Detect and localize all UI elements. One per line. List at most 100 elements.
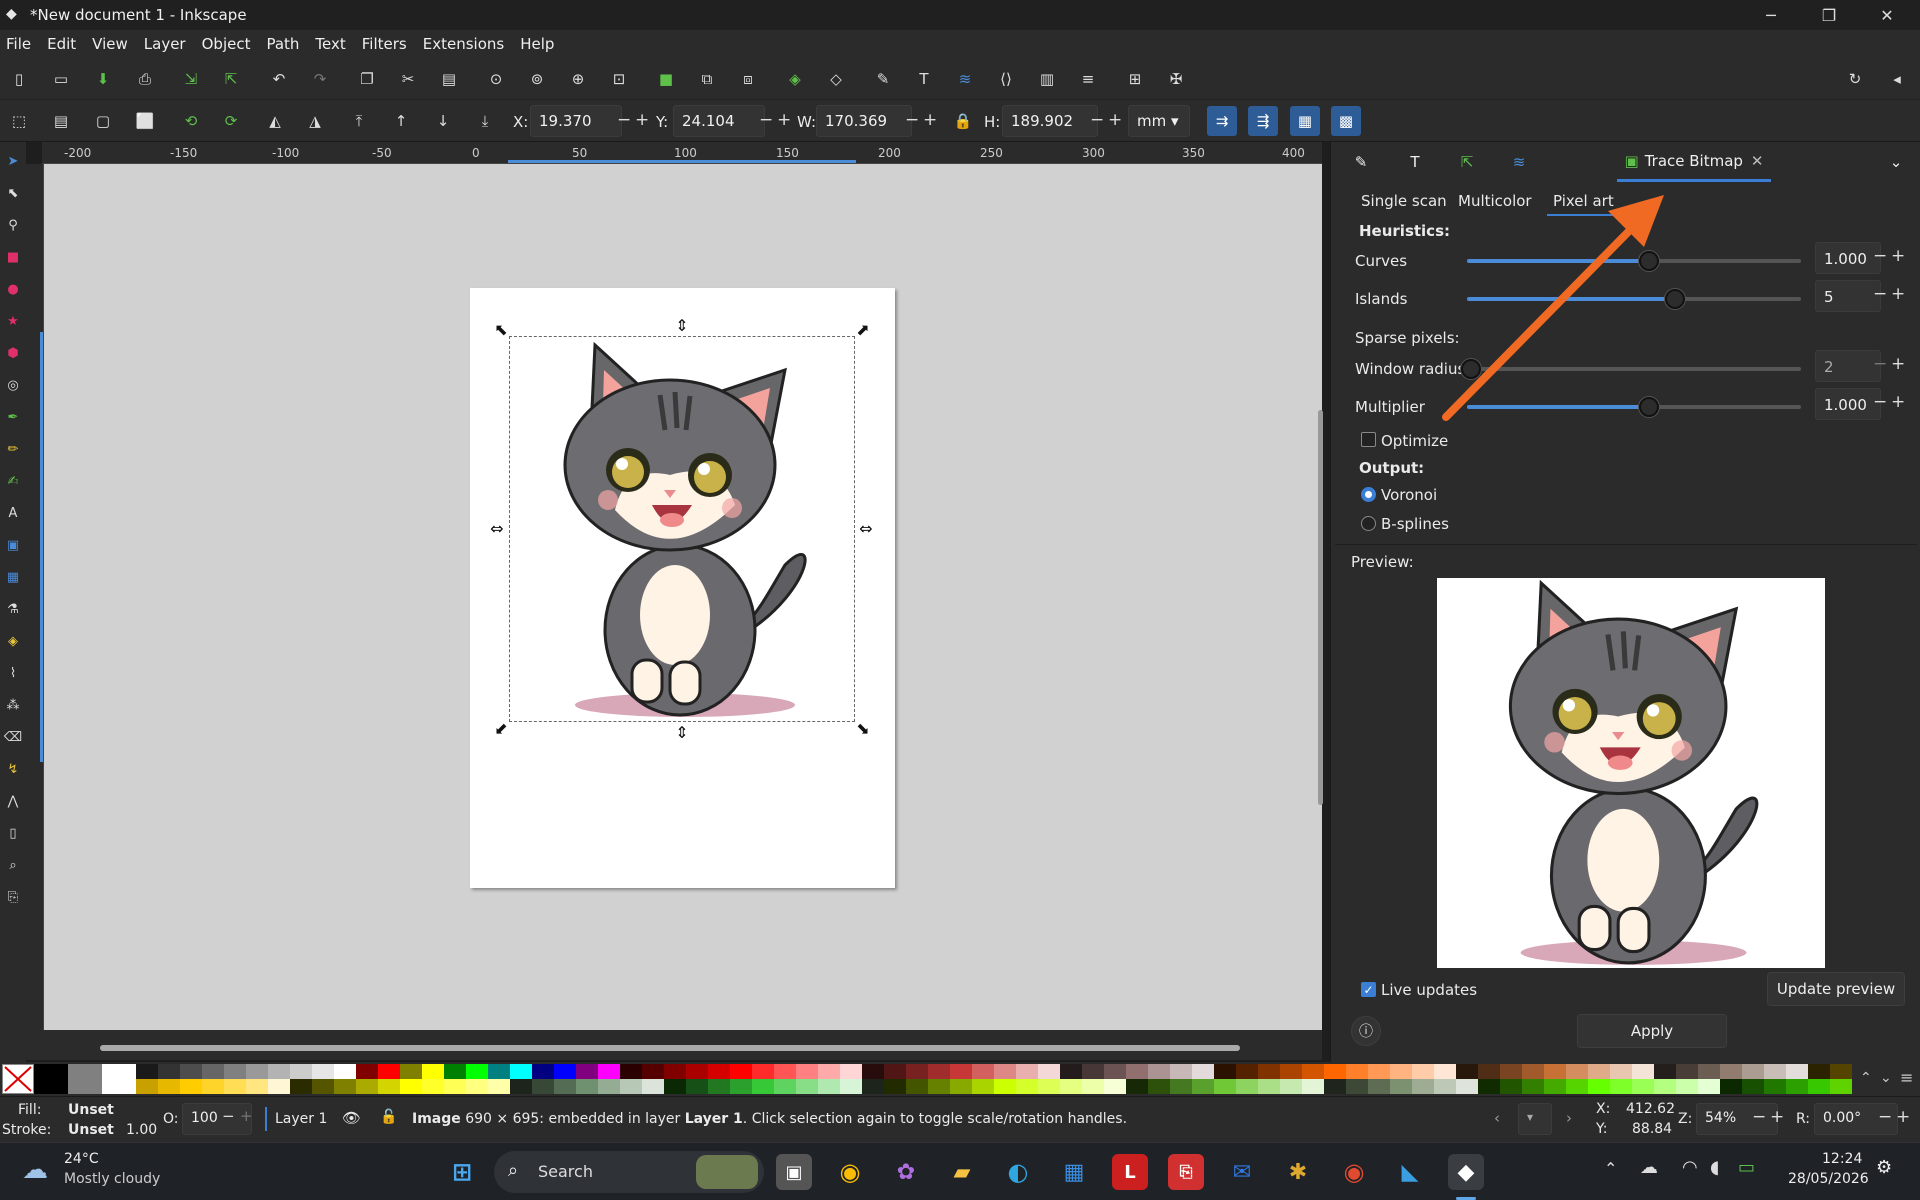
cat-image[interactable] bbox=[520, 340, 845, 720]
color-swatch[interactable] bbox=[1478, 1079, 1500, 1094]
stroke-width-value[interactable]: 1.00 bbox=[126, 1122, 157, 1138]
color-swatch[interactable] bbox=[1192, 1079, 1214, 1094]
y-decrement-button[interactable]: − bbox=[759, 110, 773, 130]
color-swatch[interactable] bbox=[1742, 1064, 1764, 1079]
multiplier-increment-button[interactable]: + bbox=[1891, 392, 1905, 412]
scale-handle-s[interactable]: ⇕ bbox=[673, 723, 691, 742]
islands-input[interactable]: 5 bbox=[1815, 280, 1881, 312]
color-swatch[interactable] bbox=[1566, 1064, 1588, 1079]
page-select[interactable]: ▾ bbox=[1518, 1103, 1552, 1135]
clock-time[interactable]: 12:24 bbox=[1822, 1151, 1862, 1167]
minimize-button[interactable]: ─ bbox=[1744, 0, 1798, 30]
store-icon[interactable]: ▦ bbox=[1056, 1154, 1092, 1190]
zoom-selection-icon[interactable]: ⊙ bbox=[481, 64, 511, 94]
opacity-increment-button[interactable]: + bbox=[240, 1107, 253, 1125]
color-swatch[interactable] bbox=[444, 1064, 466, 1079]
palette-scroll-up-icon[interactable]: ⌃ bbox=[1860, 1070, 1872, 1086]
color-swatch[interactable] bbox=[774, 1079, 796, 1094]
w-increment-button[interactable]: + bbox=[923, 110, 937, 130]
lpe-tool-icon[interactable]: ⋀ bbox=[2, 790, 24, 812]
color-swatch[interactable] bbox=[1808, 1064, 1830, 1079]
ungroup-icon[interactable]: ◇ bbox=[821, 64, 851, 94]
export-tab-icon[interactable]: ⇱ bbox=[1445, 142, 1489, 182]
y-increment-button[interactable]: + bbox=[777, 110, 791, 130]
color-swatch[interactable] bbox=[290, 1079, 312, 1094]
rotate-ccw-icon[interactable]: ⟲ bbox=[176, 106, 206, 136]
color-swatch[interactable] bbox=[1412, 1079, 1434, 1094]
color-swatch[interactable] bbox=[906, 1079, 928, 1094]
color-swatch[interactable] bbox=[510, 1079, 532, 1094]
color-swatch[interactable] bbox=[202, 1079, 224, 1094]
color-swatch[interactable] bbox=[356, 1079, 378, 1094]
edge-icon[interactable]: ◐ bbox=[1000, 1154, 1036, 1190]
color-swatch[interactable] bbox=[1830, 1079, 1852, 1094]
color-swatch[interactable] bbox=[488, 1064, 510, 1079]
import-icon[interactable]: ⇲ bbox=[176, 64, 206, 94]
dropper-tool-icon[interactable]: ⚗ bbox=[2, 598, 24, 620]
menu-layer[interactable]: Layer bbox=[144, 35, 186, 53]
color-swatch[interactable] bbox=[1280, 1064, 1302, 1079]
window-radius-input[interactable]: 2 bbox=[1815, 350, 1881, 382]
color-swatch[interactable] bbox=[422, 1079, 444, 1094]
update-preview-button[interactable]: Update preview bbox=[1767, 972, 1905, 1006]
vertical-scrollbar[interactable] bbox=[1318, 410, 1323, 805]
select-all-icon[interactable]: ⬚ bbox=[4, 106, 34, 136]
color-swatch[interactable] bbox=[1390, 1064, 1412, 1079]
battery-icon[interactable]: ▭ bbox=[1738, 1157, 1755, 1178]
fill-stroke-tab-icon[interactable]: ✎ bbox=[1339, 142, 1383, 182]
volume-icon[interactable]: ◖ bbox=[1710, 1157, 1719, 1178]
snap-toggle-icon[interactable]: ↻ bbox=[1840, 64, 1870, 94]
ellipse-tool-icon[interactable]: ● bbox=[2, 278, 24, 300]
color-swatch[interactable] bbox=[1544, 1064, 1566, 1079]
color-swatch[interactable] bbox=[1258, 1064, 1280, 1079]
color-swatch[interactable] bbox=[444, 1079, 466, 1094]
color-swatch[interactable] bbox=[1720, 1079, 1742, 1094]
color-swatch[interactable] bbox=[642, 1079, 664, 1094]
color-swatch[interactable] bbox=[290, 1064, 312, 1079]
color-swatch[interactable] bbox=[1676, 1079, 1698, 1094]
new-document-icon[interactable]: ▯ bbox=[4, 64, 34, 94]
text-tab-icon[interactable]: T bbox=[1393, 142, 1437, 182]
color-swatch[interactable] bbox=[708, 1079, 730, 1094]
multiplier-decrement-button[interactable]: − bbox=[1873, 392, 1887, 412]
mesh-tool-icon[interactable]: ▦ bbox=[2, 566, 24, 588]
opacity-decrement-button[interactable]: − bbox=[222, 1107, 235, 1125]
rotate-cw-icon[interactable]: ⟳ bbox=[216, 106, 246, 136]
flip-vertical-icon[interactable]: ◮ bbox=[300, 106, 330, 136]
color-swatch[interactable] bbox=[378, 1079, 400, 1094]
chrome-profile-icon[interactable]: ◉ bbox=[1336, 1154, 1372, 1190]
h-increment-button[interactable]: + bbox=[1108, 110, 1122, 130]
color-swatch[interactable] bbox=[1434, 1079, 1456, 1094]
color-swatch[interactable] bbox=[664, 1064, 686, 1079]
x-input[interactable]: 19.370 bbox=[530, 105, 622, 137]
color-swatch[interactable] bbox=[1786, 1079, 1808, 1094]
color-swatch[interactable] bbox=[752, 1079, 774, 1094]
color-swatch[interactable] bbox=[796, 1079, 818, 1094]
window-radius-decrement-button[interactable]: − bbox=[1873, 354, 1887, 374]
weather-desc[interactable]: Mostly cloudy bbox=[64, 1171, 160, 1187]
color-swatch[interactable] bbox=[1456, 1079, 1478, 1094]
color-swatch[interactable] bbox=[686, 1079, 708, 1094]
group-icon[interactable]: ◈ bbox=[780, 64, 810, 94]
color-swatch[interactable] bbox=[818, 1064, 840, 1079]
tray-overflow-icon[interactable]: ⌃ bbox=[1604, 1159, 1617, 1178]
weather-icon[interactable]: ☁ bbox=[22, 1155, 48, 1185]
color-swatch[interactable] bbox=[268, 1064, 290, 1079]
copy-icon[interactable]: ❐ bbox=[352, 64, 382, 94]
select-same-icon[interactable]: ⬜ bbox=[130, 106, 160, 136]
file-explorer-icon[interactable]: ▰ bbox=[944, 1154, 980, 1190]
star-tool-icon[interactable]: ★ bbox=[2, 310, 24, 332]
color-swatch[interactable] bbox=[576, 1079, 598, 1094]
color-swatch[interactable] bbox=[1654, 1079, 1676, 1094]
color-swatch[interactable] bbox=[1060, 1079, 1082, 1094]
color-swatch[interactable] bbox=[554, 1079, 576, 1094]
color-swatch[interactable] bbox=[576, 1064, 598, 1079]
color-swatch[interactable] bbox=[356, 1064, 378, 1079]
color-swatch[interactable] bbox=[1280, 1079, 1302, 1094]
color-swatch[interactable] bbox=[1170, 1064, 1192, 1079]
color-swatch[interactable] bbox=[1830, 1064, 1852, 1079]
color-swatch[interactable] bbox=[818, 1079, 840, 1094]
color-swatch[interactable] bbox=[752, 1064, 774, 1079]
color-swatch[interactable] bbox=[1038, 1079, 1060, 1094]
color-swatch[interactable] bbox=[246, 1079, 268, 1094]
